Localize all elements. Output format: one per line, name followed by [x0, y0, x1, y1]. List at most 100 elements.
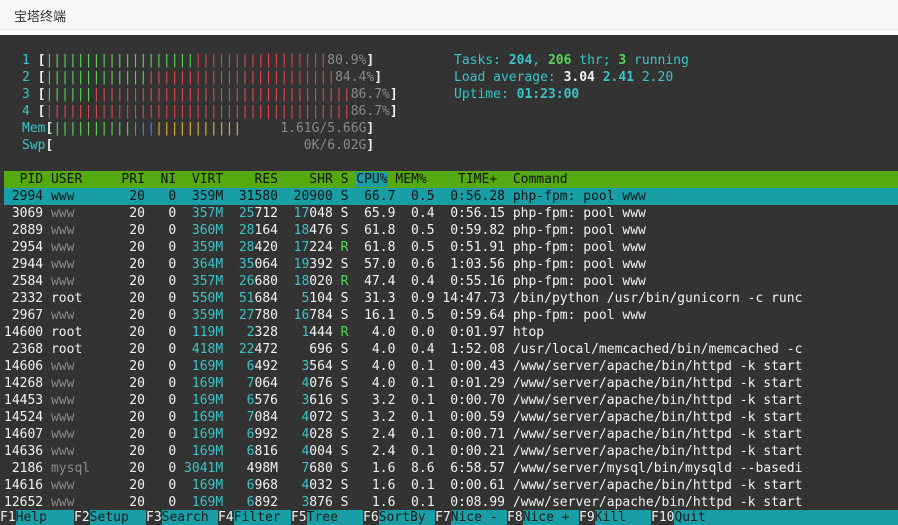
command: /www/server/apache/bin/httpd -k start	[505, 495, 803, 510]
fkey-f7-button[interactable]: F7Nice -	[435, 510, 507, 525]
sep	[333, 342, 341, 357]
shr-low: 048	[309, 206, 333, 221]
nice: 0	[144, 257, 177, 272]
col-time[interactable]: TIME+	[427, 172, 497, 187]
fkey-f2-button[interactable]: F2Setup	[74, 510, 146, 525]
meter-bar-yel: |||||||||||	[155, 121, 242, 136]
user: mysql	[43, 461, 122, 476]
command: htop	[505, 325, 545, 340]
col-state[interactable]: S	[333, 172, 356, 187]
process-row[interactable]: 2954 www 20 0 359M 28420 17224 R 61.8 0.…	[4, 239, 898, 256]
fkey-f4-button[interactable]: F4Filter	[218, 510, 291, 525]
meter-padding	[241, 121, 280, 136]
fkey-f5-button[interactable]: F5Tree	[291, 510, 363, 525]
sep	[333, 291, 341, 306]
process-row[interactable]: 14607 www 20 0 169M 6992 4028 S 2.4 0.1 …	[4, 426, 898, 443]
terminal[interactable]: 1 [||||||||||||||||||||||||||||||||||||8…	[0, 35, 898, 525]
process-row[interactable]: 14268 www 20 0 169M 7064 4076 S 4.0 0.1 …	[4, 375, 898, 392]
priority: 20	[121, 461, 145, 476]
priority: 20	[121, 240, 145, 255]
time: 0:00.43	[434, 359, 505, 374]
res-low: 064	[254, 257, 278, 272]
process-row[interactable]: 14606 www 20 0 169M 6492 3564 S 4.0 0.1 …	[4, 358, 898, 375]
meter-bracket: ]	[389, 104, 398, 119]
command: /www/server/apache/bin/httpd -k start	[505, 376, 803, 391]
sep	[333, 308, 341, 323]
fkey-label-key: F7	[435, 510, 451, 525]
res-high: 6	[223, 495, 255, 510]
fkey-f8-button[interactable]: F8Nice +	[507, 510, 579, 525]
col-shr[interactable]: SHR	[278, 172, 333, 187]
fkey-label-text: Search	[161, 510, 209, 525]
time: 6:58.57	[434, 461, 505, 476]
col-command[interactable]: Command	[497, 172, 568, 187]
mem-percent: 0.4	[395, 274, 435, 289]
meter-bracket: ]	[366, 53, 375, 68]
col-pid[interactable]: PID	[4, 172, 44, 187]
priority: 20	[121, 308, 145, 323]
process-row[interactable]: 3069 www 20 0 357M 25712 17048 S 65.9 0.…	[4, 205, 898, 222]
command: /www/server/apache/bin/httpd -k start	[505, 444, 803, 459]
virt: 169M	[176, 478, 224, 493]
priority: 20	[121, 342, 145, 357]
process-list[interactable]: 3069 www 20 0 357M 25712 17048 S 65.9 0.…	[4, 205, 898, 511]
mem-percent: 0.1	[395, 393, 435, 408]
nice: 0	[144, 189, 177, 204]
cpu-meter-2: 2 [|||||||||||||||||||||||||||||||||||||…	[22, 69, 382, 86]
fkey-f1-button[interactable]: F1Help	[0, 510, 75, 525]
fkey-f9-button[interactable]: F9Kill	[579, 510, 651, 525]
shr-low: 032	[309, 478, 333, 493]
process-row[interactable]: 2889 www 20 0 360M 28164 18476 S 61.8 0.…	[4, 222, 898, 239]
process-row[interactable]: 2584 www 20 0 357M 26680 18020 R 47.4 0.…	[4, 273, 898, 290]
cpu-meter-4: 4 [|||||||||||||||||||||||||||||||||||||…	[22, 103, 398, 120]
process-row[interactable]: 14636 www 20 0 169M 6816 4004 S 2.4 0.1 …	[4, 443, 898, 460]
command: php-fpm: pool www	[505, 240, 646, 255]
virt: 169M	[176, 376, 224, 391]
pid: 12652	[4, 495, 44, 510]
pid: 2967	[4, 308, 44, 323]
cpu-percent: 1.6	[348, 461, 396, 476]
virt: 359M	[176, 308, 224, 323]
user: root	[43, 291, 122, 306]
col-cpu-sorted[interactable]: CPU%	[356, 172, 388, 187]
res-low: 576	[254, 393, 278, 408]
sep	[333, 461, 341, 476]
process-row[interactable]: 2368 root 20 0 418M 22472 696 S 4.0 0.4 …	[4, 341, 898, 358]
process-row[interactable]: 12652 www 20 0 169M 6892 3876 S 1.6 0.1 …	[4, 494, 898, 511]
col-virt[interactable]: VIRT	[176, 172, 223, 187]
process-row[interactable]: 14600 root 20 0 119M 2328 1444 R 4.0 0.0…	[4, 324, 898, 341]
time: 0:00.21	[434, 444, 505, 459]
process-row[interactable]: 14524 www 20 0 169M 7084 4072 S 3.2 0.1 …	[4, 409, 898, 426]
cpu-percent: 57.0	[348, 257, 396, 272]
fkey-f3-button[interactable]: F3Search	[146, 510, 218, 525]
process-row[interactable]: 2967 www 20 0 359M 27780 16784 S 16.1 0.…	[4, 307, 898, 324]
load-average-line: Load average: 3.04 2.41 2.20	[454, 70, 674, 85]
cpu-percent: 4.0	[348, 342, 396, 357]
process-row[interactable]: 14616 www 20 0 169M 6968 4032 S 1.6 0.1 …	[4, 477, 898, 494]
shr-low: 564	[309, 359, 333, 374]
selected-process-row[interactable]: 2994 www 20 0 359M 31580 20900 S 66.7 0.…	[4, 188, 898, 205]
user: root	[43, 342, 122, 357]
cpu-meter-percent: 84.4%	[335, 70, 375, 85]
mem-meter-line: Mem[|||||||||||||||||||||||| 1.61G/5.66G…	[22, 120, 374, 137]
fkey-f10-button[interactable]: F10Quit	[651, 510, 898, 525]
time: 1:52.08	[434, 342, 505, 357]
col-mem[interactable]: MEM%	[388, 172, 426, 187]
shr-low: 876	[309, 495, 333, 510]
col-user[interactable]: USER	[43, 172, 121, 187]
col-res[interactable]: RES	[223, 172, 278, 187]
process-row[interactable]: 14453 www 20 0 169M 6576 3616 S 3.2 0.1 …	[4, 392, 898, 409]
res-high: 6	[223, 478, 255, 493]
process-row[interactable]: 2944 www 20 0 364M 35064 19392 S 57.0 0.…	[4, 256, 898, 273]
meter-bar-red: |||||||||||||||||||||||||||||||||||||||	[45, 104, 351, 119]
column-headers[interactable]: PID USER PRI NI VIRT RES SHR S CPU% MEM%…	[4, 171, 568, 188]
process-row[interactable]: 2332 root 20 0 550M 51684 5104 S 31.3 0.…	[4, 290, 898, 307]
fkey-f6-button[interactable]: F6SortBy	[363, 510, 435, 525]
virt: 418M	[176, 342, 224, 357]
col-pri[interactable]: PRI	[121, 172, 144, 187]
user: www	[43, 206, 122, 221]
process-row[interactable]: 2186 mysql 20 0 3041M 498M 7680 S 1.6 8.…	[4, 460, 898, 477]
pid: 14600	[4, 325, 44, 340]
col-ni[interactable]: NI	[145, 172, 177, 187]
time: 0:00.71	[434, 427, 505, 442]
